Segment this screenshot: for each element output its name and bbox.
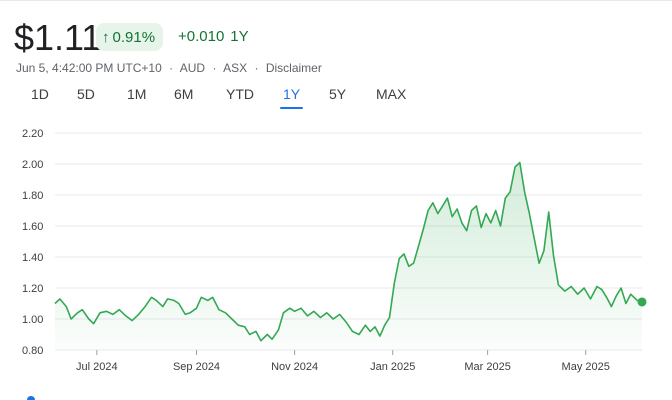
- y-tick-label: 1.20: [22, 283, 43, 295]
- current-price: $1.11: [14, 17, 102, 58]
- quote-meta: Jun 5, 4:42:00 PM UTC+10 · AUD · ASX · D…: [16, 61, 322, 75]
- x-tick-label: Jul 2024: [76, 361, 118, 373]
- tab-1d[interactable]: 1D: [31, 84, 49, 104]
- separator: ·: [169, 61, 174, 75]
- x-tick-label: Jan 2025: [370, 361, 415, 373]
- latest-price-dot[interactable]: [637, 297, 647, 307]
- tab-6m[interactable]: 6M: [174, 84, 193, 104]
- percent-change-badge: ↑ 0.91%: [96, 23, 164, 51]
- x-axis: Jul 2024 Sep 2024 Nov 2024 Jan 2025 Mar 2025…: [76, 350, 610, 373]
- top-divider: [0, 0, 672, 1]
- tab-max[interactable]: MAX: [376, 84, 406, 104]
- separator: ·: [212, 61, 217, 75]
- y-axis: 2.20 2.00 1.80 1.60 1.40 1.20 1.00 0.80: [22, 128, 43, 357]
- timestamp: Jun 5, 4:42:00 PM UTC+10: [16, 61, 162, 75]
- y-tick-label: 1.80: [22, 190, 43, 202]
- next-section-indicator: [27, 396, 35, 400]
- y-tick-label: 1.40: [22, 252, 43, 264]
- y-tick-label: 1.60: [22, 221, 43, 233]
- tab-5y[interactable]: 5Y: [329, 84, 346, 104]
- currency: AUD: [179, 61, 206, 75]
- tab-ytd[interactable]: YTD: [226, 84, 254, 104]
- exchange: ASX: [223, 61, 248, 75]
- change-period: 1Y: [230, 28, 249, 45]
- y-tick-label: 1.00: [22, 314, 43, 326]
- y-tick-label: 2.20: [22, 128, 43, 140]
- arrow-up-icon: ↑: [102, 28, 110, 46]
- y-tick-label: 0.80: [22, 345, 43, 357]
- y-tick-label: 2.00: [22, 159, 43, 171]
- absolute-change: +0.010 1Y: [178, 28, 255, 45]
- absolute-change-value: +0.010: [178, 28, 225, 45]
- percent-change: 0.91%: [112, 28, 156, 46]
- x-tick-label: May 2025: [562, 361, 610, 373]
- x-tick-label: Mar 2025: [464, 361, 510, 373]
- price-chart[interactable]: 2.20 2.00 1.80 1.60 1.40 1.20 1.00 0.80 Jul 202…: [0, 120, 672, 384]
- disclaimer-link[interactable]: Disclaimer: [266, 61, 322, 75]
- tab-1y[interactable]: 1Y: [279, 84, 304, 109]
- tab-5d[interactable]: 5D: [77, 84, 95, 104]
- tab-1m[interactable]: 1M: [127, 84, 146, 104]
- separator: ·: [254, 61, 259, 75]
- x-tick-label: Nov 2024: [271, 361, 318, 373]
- x-tick-label: Sep 2024: [173, 361, 220, 373]
